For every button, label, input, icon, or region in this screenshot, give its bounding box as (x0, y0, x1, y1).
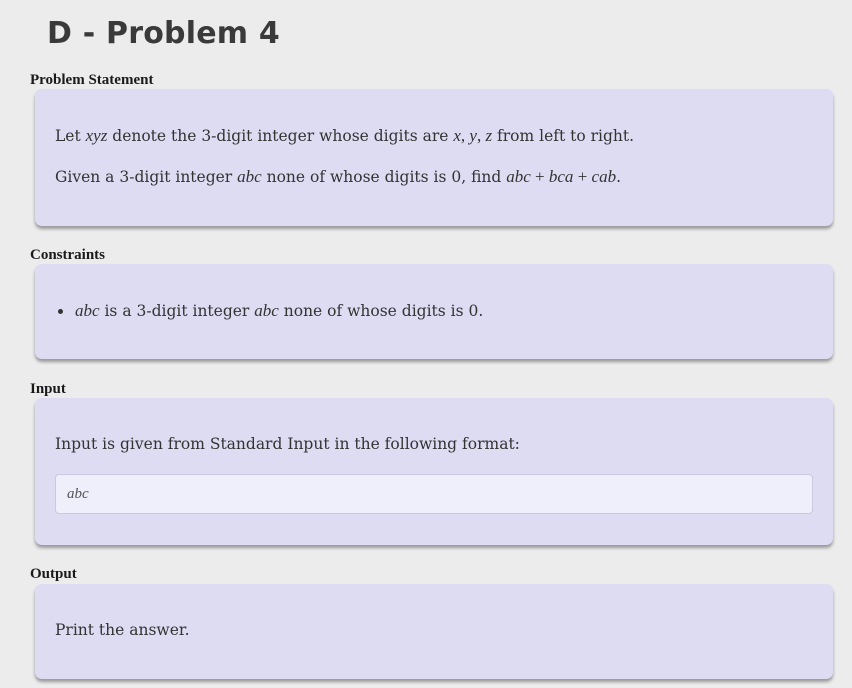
statement-text: Given a 3-digit integer (55, 168, 238, 186)
constraints-list: abc is a 3-digit integer abc none of who… (58, 300, 484, 322)
math-x: x (453, 126, 461, 145)
math-cab: cab (591, 167, 617, 186)
output-description: Print the answer. (55, 621, 190, 639)
statement-paragraph-2: Given a 3-digit integer abc none of whos… (55, 166, 621, 188)
math-plus: + (573, 167, 592, 186)
math-bca: bca (548, 167, 574, 186)
constraint-text: is a 3-digit integer (99, 302, 255, 320)
math-y: y (469, 126, 477, 145)
input-format-text: abc (67, 486, 89, 502)
math-abc: abc (237, 167, 262, 186)
math-abc: abc (75, 301, 100, 320)
math-abc: abc (254, 301, 279, 320)
output-heading: Output (30, 566, 77, 582)
math-xyz: xyz (85, 126, 108, 145)
input-heading: Input (30, 381, 66, 397)
statement-text: none of whose digits is 0, find (261, 168, 507, 186)
statement-text: from left to right. (492, 127, 635, 145)
constraints-heading: Constraints (30, 247, 106, 263)
constraint-text: none of whose digits is 0. (278, 302, 484, 320)
statement-text: denote the 3-digit integer whose digits … (107, 127, 454, 145)
constraint-item: abc is a 3-digit integer abc none of who… (58, 300, 484, 322)
constraints-card: abc is a 3-digit integer abc none of who… (35, 264, 833, 359)
statement-text: . (616, 168, 622, 186)
statement-text: Let (55, 127, 86, 145)
math-abc: abc (506, 167, 531, 186)
bullet-icon (58, 309, 63, 314)
input-card: Input is given from Standard Input in th… (35, 398, 833, 545)
output-card: Print the answer. (35, 584, 833, 679)
problem-statement-card: Let xyz denote the 3-digit integer whose… (35, 89, 833, 226)
math-plus: + (530, 167, 549, 186)
input-description: Input is given from Standard Input in th… (55, 435, 520, 453)
input-format-box[interactable]: abc (55, 474, 813, 514)
problem-statement-heading: Problem Statement (30, 72, 154, 88)
page-title: D - Problem 4 (47, 16, 280, 51)
statement-paragraph-1: Let xyz denote the 3-digit integer whose… (55, 125, 634, 147)
